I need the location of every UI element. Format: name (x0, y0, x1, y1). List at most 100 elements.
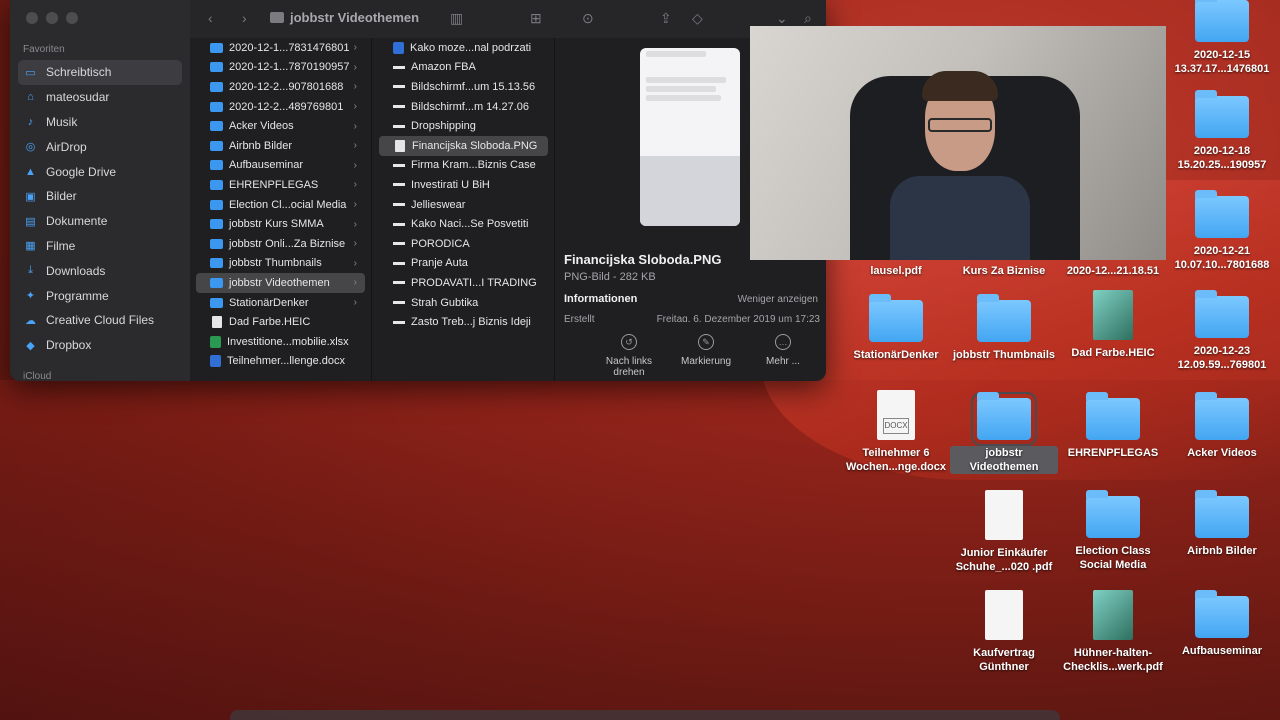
file-icon (393, 183, 405, 187)
desktop-icon-item[interactable]: 2020-12-15 13.37.17...1476801 (1168, 0, 1276, 76)
show-less-link[interactable]: Weniger anzeigen (738, 294, 818, 305)
list-item[interactable]: Amazon FBA (379, 58, 548, 78)
list-item-label: Financijska Sloboda.PNG (412, 139, 538, 152)
rotate-left-button[interactable]: ↺ Nach links drehen (596, 334, 662, 378)
desktop-icon-item[interactable]: Kaufvertrag Günthner (950, 590, 1058, 674)
list-item[interactable]: PRODAVATI...I TRADING (379, 273, 548, 293)
desktop-icon-item[interactable]: 2020-12-23 12.09.59...769801 (1168, 290, 1276, 372)
desktop-icon-label: Election Class Social Media (1075, 545, 1151, 571)
list-item[interactable]: Acker Videos › (196, 116, 365, 136)
desktop-icon-item[interactable]: Kurs Za Biznise (950, 264, 1058, 278)
sidebar-item-creative-cloud[interactable]: ☁ Creative Cloud Files (18, 308, 182, 333)
desktop-icon-item[interactable]: StationärDenker (842, 294, 950, 362)
sidebar-item-airdrop[interactable]: ◎ AirDrop (18, 134, 182, 159)
forward-button[interactable]: › (242, 10, 247, 26)
list-item[interactable]: jobbstr Onli...Za Biznise › (196, 234, 365, 254)
list-item[interactable]: Jellieswear (379, 195, 548, 215)
list-item[interactable]: 2020-12-1...7870190957 › (196, 58, 365, 78)
list-item[interactable]: jobbstr Thumbnails › (196, 254, 365, 274)
list-item[interactable]: Investitione...mobilie.xlsx (196, 332, 365, 352)
list-item[interactable]: Kako Naci...Se Posvetiti (379, 214, 548, 234)
back-button[interactable]: ‹ (208, 10, 213, 26)
desktop-icon-item[interactable]: Dad Farbe.HEIC (1059, 290, 1167, 360)
desktop-icon-item[interactable]: 2020-12-21 10.07.10...7801688 (1168, 190, 1276, 272)
desktop-icon-item[interactable]: Junior Einkäufer Schuhe_...020 .pdf (950, 490, 1058, 574)
apps-icon: ✦ (25, 290, 36, 303)
list-item[interactable]: Dropshipping (379, 116, 548, 136)
list-item[interactable]: 2020-12-2...489769801 › (196, 97, 365, 117)
chevron-down-icon[interactable]: ⌄ (776, 10, 788, 27)
list-item[interactable]: Teilnehmer...llenge.docx (196, 352, 365, 372)
dock[interactable] (230, 710, 1060, 720)
list-item[interactable]: Pranje Auta (379, 254, 548, 274)
list-item[interactable]: Zasto Treb...j Biznis Ideji (379, 312, 548, 332)
desktop-icon-label: jobbstr Thumbnails (952, 349, 1056, 361)
sidebar-item-home[interactable]: ⌂ mateosudar (18, 85, 182, 110)
webcam-overlay (750, 26, 1166, 260)
grid-view-icon[interactable]: ⊞ (530, 10, 542, 27)
list-item[interactable]: EHRENPFLEGAS › (196, 175, 365, 195)
list-item[interactable]: 2020-12-1...7831476801 › (196, 38, 365, 58)
desktop-icon-item[interactable]: jobbstr Thumbnails (950, 294, 1058, 362)
sidebar-item-schreibtisch[interactable]: ▭ Schreibtisch (18, 60, 182, 85)
close-button[interactable] (26, 12, 38, 24)
created-value: Freitag, 6. Dezember 2019 um 17:23 (656, 314, 820, 322)
list-item[interactable]: jobbstr Videothemen › (196, 273, 365, 293)
list-item-label: Airbnb Bilder (229, 139, 292, 152)
desktop-icon-item[interactable]: EHRENPFLEGAS (1059, 392, 1167, 460)
zoom-button[interactable] (66, 12, 78, 24)
window-title-text: jobbstr Videothemen (290, 10, 420, 25)
desktop-icon-label: 2020-12-23 12.09.59...769801 (1177, 345, 1267, 371)
markup-button[interactable]: ✎ Markierung (673, 334, 739, 378)
list-item[interactable]: Strah Gubtika (379, 293, 548, 313)
list-item[interactable]: jobbstr Kurs SMMA › (196, 214, 365, 234)
keyboard-image (640, 156, 740, 226)
list-item[interactable]: StationärDenker › (196, 293, 365, 313)
list-item[interactable]: Bildschirmf...um 15.13.56 (379, 77, 548, 97)
sidebar-item-downloads[interactable]: ⤓ Downloads (18, 258, 182, 283)
list-item-label: jobbstr Thumbnails (229, 257, 322, 270)
list-item[interactable]: Bildschirmf...m 14.27.06 (379, 97, 548, 117)
list-item[interactable]: Kako moze...nal podrzati (379, 38, 548, 58)
list-item[interactable]: PORODICA (379, 234, 548, 254)
sidebar-item-programme[interactable]: ✦ Programme (18, 283, 182, 308)
sidebar-item-google-drive[interactable]: ▲ Google Drive (18, 159, 182, 184)
desktop-icon-item[interactable]: DOCX Teilnehmer 6 Wochen...nge.docx (842, 390, 950, 474)
desktop-icon-item[interactable]: jobbstr Videothemen (950, 392, 1058, 474)
list-item[interactable]: Aufbauseminar › (196, 156, 365, 176)
desktop-icon-item[interactable]: Hühner-halten-Checklis...werk.pdf (1059, 590, 1167, 674)
list-item-label: Acker Videos (229, 120, 294, 133)
list-item[interactable]: Election Cl...ocial Media › (196, 195, 365, 215)
list-item[interactable]: 2020-12-2...907801688 › (196, 77, 365, 97)
sidebar-item-filme[interactable]: ▦ Filme (18, 234, 182, 259)
desktop-icon-item[interactable]: Aufbauseminar (1168, 590, 1276, 658)
column-view-icon[interactable]: ▥ (450, 10, 463, 27)
tag-icon[interactable]: ◇ (692, 10, 703, 27)
minimize-button[interactable] (46, 12, 58, 24)
sidebar-item-bilder[interactable]: ▣ Bilder (18, 184, 182, 209)
folder-icon (210, 160, 223, 171)
sidebar-item-label: mateosudar (46, 90, 110, 105)
list-item[interactable]: Investirati U BiH (379, 175, 548, 195)
desktop-icon-item[interactable]: Airbnb Bilder (1168, 490, 1276, 558)
list-item-label: jobbstr Videothemen (229, 276, 330, 289)
share-icon[interactable]: ⇪ (660, 10, 672, 27)
sidebar-item-dropbox[interactable]: ◆ Dropbox (18, 333, 182, 358)
desktop-icon-item[interactable]: 2020-12-18 15.20.25...190957 (1168, 90, 1276, 172)
column-2: Kako moze...nal podrzati Amazon FBA Bildsc… (373, 38, 555, 381)
list-item[interactable]: Airbnb Bilder › (196, 136, 365, 156)
action-menu-icon[interactable]: ⊙ (582, 10, 594, 27)
sidebar-item-dokumente[interactable]: ▤ Dokumente (18, 209, 182, 234)
desktop-icon-item[interactable]: Election Class Social Media (1059, 490, 1167, 572)
desktop-icon-item[interactable]: Acker Videos (1168, 392, 1276, 460)
list-item[interactable]: Dad Farbe.HEIC (196, 312, 365, 332)
desktop-icon-item[interactable]: lausel.pdf (842, 264, 950, 278)
file-icon (393, 261, 405, 265)
search-icon[interactable]: ⌕ (804, 10, 812, 27)
desktop-icon-item[interactable]: 2020-12...21.18.51 (1059, 264, 1167, 278)
list-item[interactable]: Firma Kram...Biznis Case (379, 156, 548, 176)
folder-icon (869, 294, 923, 342)
list-item[interactable]: Financijska Sloboda.PNG (379, 135, 548, 156)
more-button[interactable]: … Mehr ... (750, 334, 816, 378)
sidebar-item-musik[interactable]: ♪ Musik (18, 110, 182, 135)
